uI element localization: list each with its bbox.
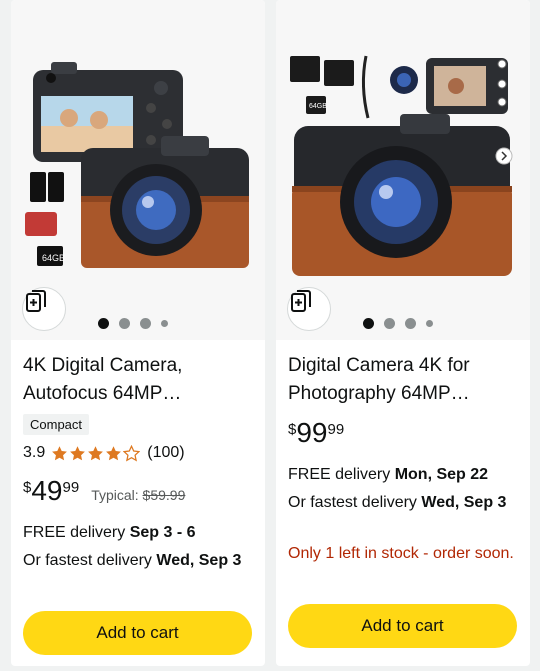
product-card[interactable]: 64GB bbox=[276, 0, 530, 666]
product-price[interactable]: $ 49 99 Typical: $59.99 bbox=[23, 474, 185, 508]
carousel-dots bbox=[98, 318, 168, 329]
carousel-dot[interactable] bbox=[384, 318, 395, 329]
delivery-info: FREE delivery Mon, Sep 22 bbox=[288, 464, 520, 486]
delivery-date: Sep 3 - 6 bbox=[129, 524, 196, 541]
star-full-icon bbox=[70, 445, 86, 460]
delivery-date: Mon, Sep 22 bbox=[394, 466, 489, 483]
add-to-cart-button[interactable]: Add to cart bbox=[288, 604, 517, 648]
star-full-icon bbox=[52, 445, 68, 460]
delivery-label: FREE delivery bbox=[23, 524, 130, 541]
stock-warning: Only 1 left in stock - order soon. bbox=[288, 545, 514, 562]
fastest-date: Wed, Sep 3 bbox=[156, 552, 242, 569]
review-count[interactable]: (100) bbox=[147, 444, 184, 462]
fastest-delivery-info: Or fastest delivery Wed, Sep 3 bbox=[288, 492, 520, 514]
carousel-dot[interactable] bbox=[119, 318, 130, 329]
fastest-date: Wed, Sep 3 bbox=[421, 494, 507, 511]
fastest-label: Or fastest delivery bbox=[288, 494, 422, 511]
carousel-dot-active[interactable] bbox=[363, 318, 374, 329]
fastest-label: Or fastest delivery bbox=[23, 552, 157, 569]
compare-button[interactable] bbox=[287, 287, 331, 331]
product-title[interactable]: Digital Camera 4K for Photography 64MP… bbox=[288, 352, 520, 408]
product-price[interactable]: $ 99 99 bbox=[288, 416, 344, 450]
compare-cards-icon bbox=[291, 290, 311, 312]
price-whole: 49 bbox=[31, 475, 63, 506]
carousel-dot[interactable] bbox=[161, 320, 168, 327]
product-card[interactable]: 64GB bbox=[11, 0, 265, 666]
carousel-dot[interactable] bbox=[405, 318, 416, 329]
price-fraction: 99 bbox=[62, 479, 80, 496]
delivery-info: FREE delivery Sep 3 - 6 bbox=[23, 522, 255, 544]
typical-price-value: $59.99 bbox=[142, 487, 186, 503]
star-rating bbox=[51, 444, 141, 462]
add-to-cart-button[interactable]: Add to cart bbox=[23, 611, 252, 655]
typical-price: Typical: $59.99 bbox=[91, 487, 185, 503]
memory-card-label: 64GB bbox=[42, 253, 65, 263]
product-image-carousel[interactable]: 64GB bbox=[11, 0, 265, 340]
product-badge: Compact bbox=[23, 414, 90, 435]
delivery-label: FREE delivery bbox=[288, 466, 395, 483]
star-full-icon bbox=[106, 445, 122, 460]
rating-value: 3.9 bbox=[23, 444, 46, 461]
price-whole: 99 bbox=[296, 417, 328, 448]
carousel-dot[interactable] bbox=[140, 318, 151, 329]
product-grid: 64GB 4K Digital Camera, Autofocus 64MP… … bbox=[0, 0, 540, 671]
star-full-icon bbox=[88, 445, 104, 460]
price-fraction: 99 bbox=[327, 421, 345, 438]
product-image-carousel[interactable]: 64GB bbox=[276, 0, 530, 340]
typical-label: Typical: bbox=[91, 487, 143, 503]
fastest-delivery-info: Or fastest delivery Wed, Sep 3 bbox=[23, 550, 255, 572]
price-symbol: $ bbox=[23, 479, 32, 496]
carousel-dot-active[interactable] bbox=[98, 318, 109, 329]
product-title[interactable]: 4K Digital Camera, Autofocus 64MP… bbox=[23, 352, 255, 408]
memory-card-label: 64GB bbox=[309, 103, 327, 110]
compare-cards-icon bbox=[26, 290, 46, 312]
compare-button[interactable] bbox=[22, 287, 66, 331]
carousel-dots bbox=[363, 318, 433, 329]
star-empty-icon bbox=[123, 444, 141, 462]
price-symbol: $ bbox=[288, 421, 297, 438]
product-rating[interactable]: 3.9 (100) bbox=[23, 444, 185, 462]
carousel-dot[interactable] bbox=[426, 320, 433, 327]
